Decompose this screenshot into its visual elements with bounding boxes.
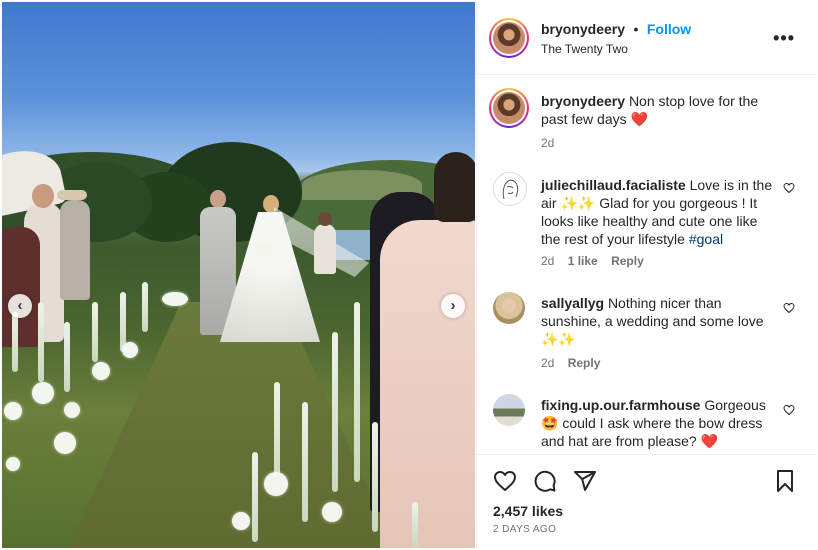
flower-stalk: [412, 502, 418, 548]
flower: [4, 402, 22, 420]
commenter-avatar[interactable]: [493, 394, 525, 426]
post-header: bryonydeery • Follow The Twenty Two •••: [477, 2, 817, 75]
comment-time[interactable]: 2d: [541, 356, 554, 370]
more-icon: •••: [773, 28, 795, 48]
reply-button[interactable]: Reply: [611, 254, 644, 268]
share-icon[interactable]: [573, 469, 597, 493]
flower: [54, 432, 76, 454]
guest-left-1-head: [32, 184, 54, 208]
flower-stalk: [38, 302, 44, 382]
comment: fixing.up.our.farmhouse Gorgeous 🤩 could…: [493, 394, 795, 454]
flower-stalk: [12, 312, 18, 372]
flower: [6, 457, 20, 471]
chevron-right-icon: ›: [450, 297, 456, 314]
save-icon[interactable]: [773, 469, 797, 493]
officiant-head: [318, 212, 332, 226]
comment-like-heart-icon[interactable]: [783, 404, 795, 416]
post-actions: 2,457 likes 2 DAYS AGO: [477, 454, 817, 549]
likes-count[interactable]: 2,457 likes: [493, 503, 563, 519]
flower: [92, 362, 110, 380]
caption-avatar-ring[interactable]: [489, 88, 529, 128]
guest-left-2: [2, 227, 40, 347]
comment-like-heart-icon[interactable]: [783, 182, 795, 194]
groom-head: [210, 190, 226, 208]
post-dialog: ‹ › bryonydeery • Follow The Twenty Two …: [0, 0, 818, 550]
separator-dot: •: [633, 21, 639, 37]
author-avatar-ring[interactable]: [489, 18, 529, 58]
flower-stalk: [302, 402, 308, 522]
caption-username[interactable]: bryonydeery: [541, 93, 625, 109]
comment-username[interactable]: sallyallyg: [541, 295, 604, 311]
post-location[interactable]: The Twenty Two: [541, 42, 628, 56]
flower: [122, 342, 138, 358]
heart-icon[interactable]: [493, 469, 517, 493]
flower-stalk: [64, 322, 70, 392]
comment-username[interactable]: juliechillaud.facialiste: [541, 177, 686, 193]
flower: [64, 402, 80, 418]
officiant: [314, 224, 336, 274]
comment-icon[interactable]: [533, 469, 557, 493]
post-details-panel: bryonydeery • Follow The Twenty Two ••• …: [476, 2, 817, 549]
flower-stalk: [372, 422, 378, 532]
flower-stalk: [142, 282, 148, 332]
bouquet: [254, 242, 274, 258]
carousel-next-button[interactable]: ›: [441, 294, 465, 318]
guest-right-head: [434, 152, 475, 222]
flower-stalk: [92, 302, 98, 362]
post-photo[interactable]: ‹ ›: [2, 2, 475, 548]
guest-left-3: [60, 200, 90, 300]
follow-button[interactable]: Follow: [647, 21, 691, 37]
guest-right-pink: [380, 220, 475, 548]
guest-hat: [57, 190, 87, 200]
post-caption: bryonydeery Non stop love for the past f…: [489, 88, 793, 150]
comment: sallyallyg Nothing nicer than sunshine, …: [493, 292, 795, 372]
comment: juliechillaud.facialiste Love is in the …: [493, 172, 795, 272]
more-options-button[interactable]: •••: [773, 28, 795, 49]
author-username[interactable]: bryonydeery: [541, 21, 625, 37]
caption-time[interactable]: 2d: [541, 136, 554, 150]
comment-heart-emoji: ❤️: [700, 433, 718, 449]
commenter-avatar[interactable]: [493, 172, 527, 206]
flower-stalk: [332, 332, 338, 492]
comment-username[interactable]: fixing.up.our.farmhouse: [541, 397, 700, 413]
flower: [264, 472, 288, 496]
sketch-face-icon: [502, 179, 519, 200]
caption-heart-emoji: ❤️: [630, 111, 648, 127]
caption-avatar: [493, 92, 525, 124]
comment-time[interactable]: 2d: [541, 254, 554, 268]
flower: [32, 382, 54, 404]
comment-like-heart-icon[interactable]: [783, 302, 795, 314]
flower: [232, 512, 250, 530]
post-date[interactable]: 2 DAYS AGO: [493, 524, 556, 535]
reply-button[interactable]: Reply: [568, 356, 601, 370]
carousel-prev-button[interactable]: ‹: [8, 294, 32, 318]
commenter-avatar[interactable]: [493, 292, 525, 324]
chevron-left-icon: ‹: [17, 297, 23, 314]
flower: [162, 292, 188, 306]
flower: [322, 502, 342, 522]
comment-hashtag[interactable]: #goal: [689, 231, 723, 247]
flower-stalk: [354, 302, 360, 482]
flower-stalk: [252, 452, 258, 542]
author-avatar: [493, 22, 525, 54]
comment-likes[interactable]: 1 like: [568, 254, 598, 268]
